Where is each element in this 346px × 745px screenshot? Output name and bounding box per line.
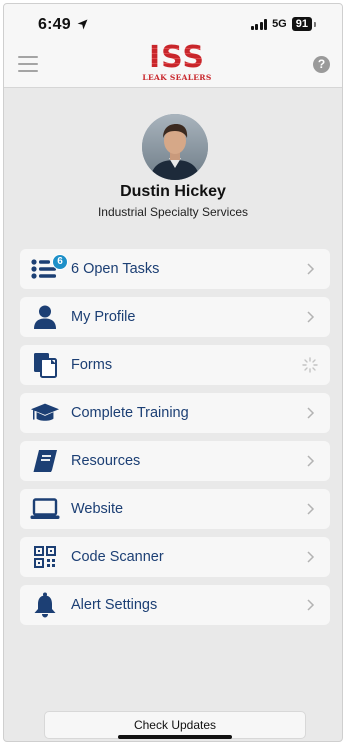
menu-item-label: Code Scanner <box>71 549 164 565</box>
qr-code-icon <box>30 543 60 571</box>
chevron-right-icon <box>307 455 315 467</box>
battery-tip <box>314 21 316 27</box>
menu-item-label: Complete Training <box>71 405 189 421</box>
avatar-photo <box>142 114 208 180</box>
menu-item-resources[interactable]: Resources <box>20 441 330 481</box>
chevron-right-icon <box>307 599 315 611</box>
laptop-icon <box>30 495 60 523</box>
chevron-right-icon <box>307 263 315 275</box>
battery-icon: 91 <box>291 17 312 31</box>
menu-item-complete-training[interactable]: Complete Training <box>20 393 330 433</box>
task-list-icon: 6 <box>30 254 68 283</box>
menu-item-label: Website <box>71 501 124 517</box>
home-indicator[interactable] <box>118 735 232 739</box>
menu-item-label: 6 Open Tasks <box>71 261 160 277</box>
company-logo: ISS LEAK SEALERS <box>132 43 222 83</box>
main-menu: 6 6 Open Tasks My Profile Forms Complete… <box>20 249 330 633</box>
status-time: 6:49 <box>38 16 88 34</box>
person-icon <box>30 303 60 331</box>
chevron-right-icon <box>307 551 315 563</box>
cellular-signal-icon <box>250 18 268 30</box>
menu-item-label: Resources <box>71 453 141 469</box>
logo-subtitle: LEAK SEALERS <box>142 73 212 82</box>
menu-item-alert-settings[interactable]: Alert Settings <box>20 585 330 625</box>
chevron-right-icon <box>307 311 315 323</box>
hamburger-menu-icon[interactable] <box>18 56 38 72</box>
menu-item-label: Alert Settings <box>71 597 158 613</box>
logo-text: ISS <box>132 43 222 73</box>
open-tasks-badge: 6 <box>52 254 68 270</box>
menu-item-label: Forms <box>71 357 113 373</box>
nav-bar: ISS LEAK SEALERS ? <box>4 40 342 88</box>
help-icon[interactable]: ? <box>313 56 330 73</box>
loading-spinner-icon <box>302 357 318 373</box>
app-screen: 6:49 5G 91 ISS LEAK SEALERS ? Dustin Hic… <box>3 3 343 742</box>
book-icon <box>30 447 60 475</box>
bell-icon <box>30 591 60 619</box>
menu-item-open-tasks[interactable]: 6 6 Open Tasks <box>20 249 330 289</box>
profile-name: Dustin Hickey <box>120 183 226 200</box>
avatar[interactable] <box>142 114 208 180</box>
menu-item-code-scanner[interactable]: Code Scanner <box>20 537 330 577</box>
menu-item-website[interactable]: Website <box>20 489 330 529</box>
status-bar: 6:49 5G 91 <box>4 4 342 40</box>
network-type: 5G <box>272 18 287 30</box>
menu-item-my-profile[interactable]: My Profile <box>20 297 330 337</box>
status-indicators: 5G 91 <box>250 17 316 31</box>
chevron-right-icon <box>307 503 315 515</box>
location-arrow-icon <box>78 19 88 30</box>
menu-item-forms[interactable]: Forms <box>20 345 330 385</box>
forms-icon <box>30 351 60 379</box>
graduation-cap-icon <box>30 399 60 427</box>
chevron-right-icon <box>307 407 315 419</box>
profile-company: Industrial Specialty Services <box>97 205 249 219</box>
menu-item-label: My Profile <box>71 309 136 325</box>
